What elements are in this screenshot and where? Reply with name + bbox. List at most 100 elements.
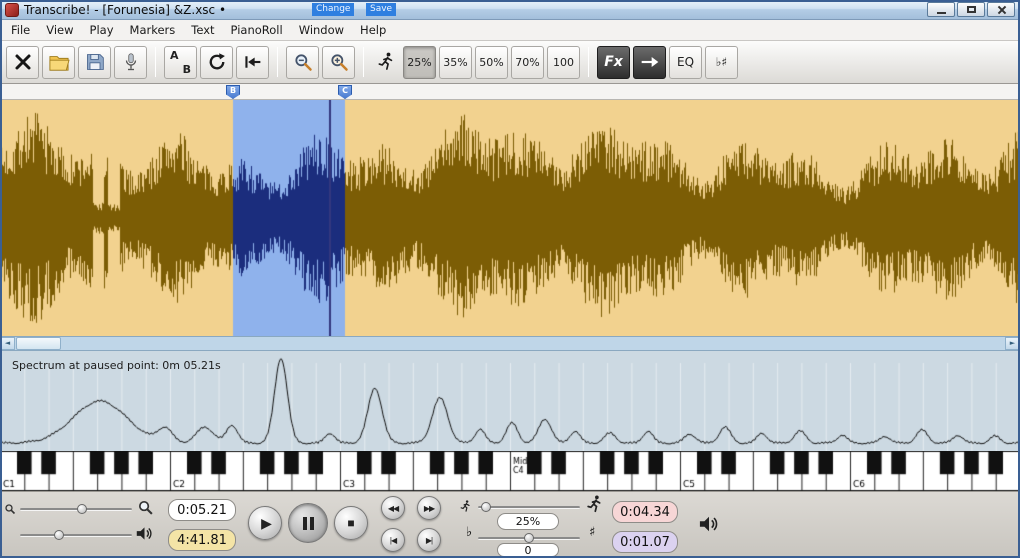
waveform-scrollbar[interactable]: ◄ ► bbox=[0, 336, 1020, 351]
running-man-icon bbox=[378, 52, 393, 70]
menu-bar: File View Play Markers Text PianoRoll Wi… bbox=[0, 20, 1020, 41]
minimize-icon bbox=[936, 11, 946, 14]
skip-start-button[interactable]: |◀ bbox=[381, 528, 405, 552]
close-button[interactable] bbox=[987, 2, 1015, 17]
volume-slider[interactable] bbox=[20, 530, 132, 540]
zoom-in-button[interactable] bbox=[322, 45, 355, 79]
folder-icon bbox=[48, 56, 70, 71]
zoom-slider-thumb[interactable] bbox=[76, 504, 87, 514]
stop-icon: ■ bbox=[347, 516, 355, 530]
speed-70-button[interactable]: 70% bbox=[511, 45, 544, 79]
menu-markers[interactable]: Markers bbox=[122, 20, 184, 40]
loop-time-display: 0:04.34 bbox=[612, 501, 678, 523]
record-button[interactable] bbox=[114, 45, 147, 79]
spectrum-label: Spectrum at paused point: 0m 05.21s bbox=[12, 359, 221, 372]
countdown-time-display: 0:01.07 bbox=[612, 531, 678, 553]
floppy-icon bbox=[86, 54, 104, 70]
waveform-canvas[interactable] bbox=[0, 100, 1020, 336]
ab-compare-button[interactable]: A B bbox=[164, 45, 197, 79]
fast-forward-icon: ▶▶ bbox=[423, 503, 435, 513]
x-icon bbox=[15, 54, 30, 70]
speed-slider-thumb[interactable] bbox=[481, 502, 492, 512]
menu-help[interactable]: Help bbox=[352, 20, 394, 40]
menu-file[interactable]: File bbox=[3, 20, 38, 40]
pitch-slider-thumb[interactable] bbox=[524, 533, 534, 543]
waveform-area bbox=[0, 100, 1020, 336]
scroll-left-button[interactable]: ◄ bbox=[0, 337, 15, 350]
speed-50-button[interactable]: 50% bbox=[475, 45, 508, 79]
toolbar-separator bbox=[277, 47, 278, 77]
zoom-in-icon bbox=[330, 54, 348, 71]
master-volume-icon[interactable] bbox=[698, 514, 720, 534]
menu-text[interactable]: Text bbox=[183, 20, 222, 40]
ab-b-label: B bbox=[182, 62, 191, 76]
volume-slider-thumb[interactable] bbox=[54, 530, 65, 540]
toolbar-separator bbox=[155, 47, 156, 77]
marker-flag-C[interactable]: C bbox=[338, 85, 352, 99]
fast-forward-button[interactable]: ▶▶ bbox=[417, 496, 441, 520]
marker-strip[interactable]: BC bbox=[0, 84, 1020, 100]
speed-slider[interactable] bbox=[478, 502, 580, 512]
toolbar-separator bbox=[363, 47, 364, 77]
auto-advance-button[interactable] bbox=[633, 45, 666, 79]
scroll-right-button[interactable]: ► bbox=[1005, 337, 1020, 350]
return-start-button[interactable] bbox=[236, 45, 269, 79]
slow-man-icon bbox=[459, 499, 472, 514]
piano-canvas[interactable] bbox=[0, 451, 1020, 491]
pitch-slider[interactable] bbox=[478, 533, 580, 543]
skip-end-icon: ▶| bbox=[425, 535, 433, 545]
menu-window[interactable]: Window bbox=[291, 20, 352, 40]
stop-button[interactable]: ■ bbox=[334, 506, 368, 540]
menu-view[interactable]: View bbox=[38, 20, 81, 40]
abandon-button[interactable] bbox=[6, 45, 39, 79]
speed-25-button[interactable]: 25% bbox=[403, 45, 436, 79]
loop-button[interactable] bbox=[200, 45, 233, 79]
total-time-display: 4:41.81 bbox=[168, 529, 236, 551]
zoom-out-button[interactable] bbox=[286, 45, 319, 79]
window-title: Transcribe! - [Forunesia] &Z.xsc • bbox=[24, 2, 227, 17]
minimize-button[interactable] bbox=[927, 2, 955, 17]
rewind-button[interactable]: ◀◀ bbox=[381, 496, 405, 520]
back-to-start-icon bbox=[244, 56, 260, 68]
transcribe-window: Transcribe! - [Forunesia] &Z.xsc • Chang… bbox=[0, 0, 1020, 558]
fx-button[interactable]: Fx bbox=[597, 45, 630, 79]
eq-button[interactable]: EQ bbox=[669, 45, 702, 79]
speed-35-button[interactable]: 35% bbox=[439, 45, 472, 79]
piano-keyboard bbox=[0, 451, 1020, 491]
pause-icon bbox=[302, 516, 314, 530]
pause-button[interactable] bbox=[288, 503, 328, 543]
menu-pianoroll[interactable]: PianoRoll bbox=[223, 20, 291, 40]
arrow-right-icon bbox=[641, 57, 658, 67]
waveform-zoom-slider[interactable] bbox=[20, 504, 132, 514]
play-button[interactable]: ▶ bbox=[248, 506, 282, 540]
open-button[interactable] bbox=[42, 45, 75, 79]
toolbar-separator bbox=[588, 47, 589, 77]
zoom-out-icon bbox=[294, 54, 312, 71]
speed-section-icon bbox=[372, 46, 400, 79]
maximize-button[interactable] bbox=[957, 2, 985, 17]
app-icon bbox=[5, 2, 19, 17]
flat-icon: ♭ bbox=[466, 525, 473, 540]
ab-a-label: A bbox=[170, 48, 179, 62]
play-icon: ▶ bbox=[261, 514, 272, 531]
scrollbar-thumb[interactable] bbox=[16, 337, 61, 350]
speed-100-button[interactable]: 100 bbox=[547, 45, 580, 79]
magnifier-icon[interactable] bbox=[137, 499, 154, 516]
speaker-icon bbox=[135, 525, 154, 542]
menu-play[interactable]: Play bbox=[82, 20, 122, 40]
sharp-icon: ♯ bbox=[589, 525, 596, 540]
skip-end-button[interactable]: ▶| bbox=[417, 528, 441, 552]
rewind-icon: ◀◀ bbox=[387, 503, 399, 513]
title-highlight-2: Save bbox=[366, 3, 397, 16]
skip-start-icon: |◀ bbox=[389, 535, 397, 545]
flat-sharp-button[interactable]: ♭♯ bbox=[705, 45, 738, 79]
main-toolbar: A B 25% 35% 50% 70% 100 Fx EQ ♭♯ bbox=[0, 41, 1020, 84]
pitch-value-display: 0 bbox=[497, 543, 559, 557]
marker-flag-B[interactable]: B bbox=[226, 85, 240, 99]
title-bar: Transcribe! - [Forunesia] &Z.xsc • Chang… bbox=[0, 0, 1020, 20]
speed-value-display: 25% bbox=[497, 513, 559, 530]
current-time-display: 0:05.21 bbox=[168, 499, 236, 521]
microphone-icon bbox=[125, 53, 136, 71]
maximize-icon bbox=[966, 6, 976, 13]
save-button[interactable] bbox=[78, 45, 111, 79]
